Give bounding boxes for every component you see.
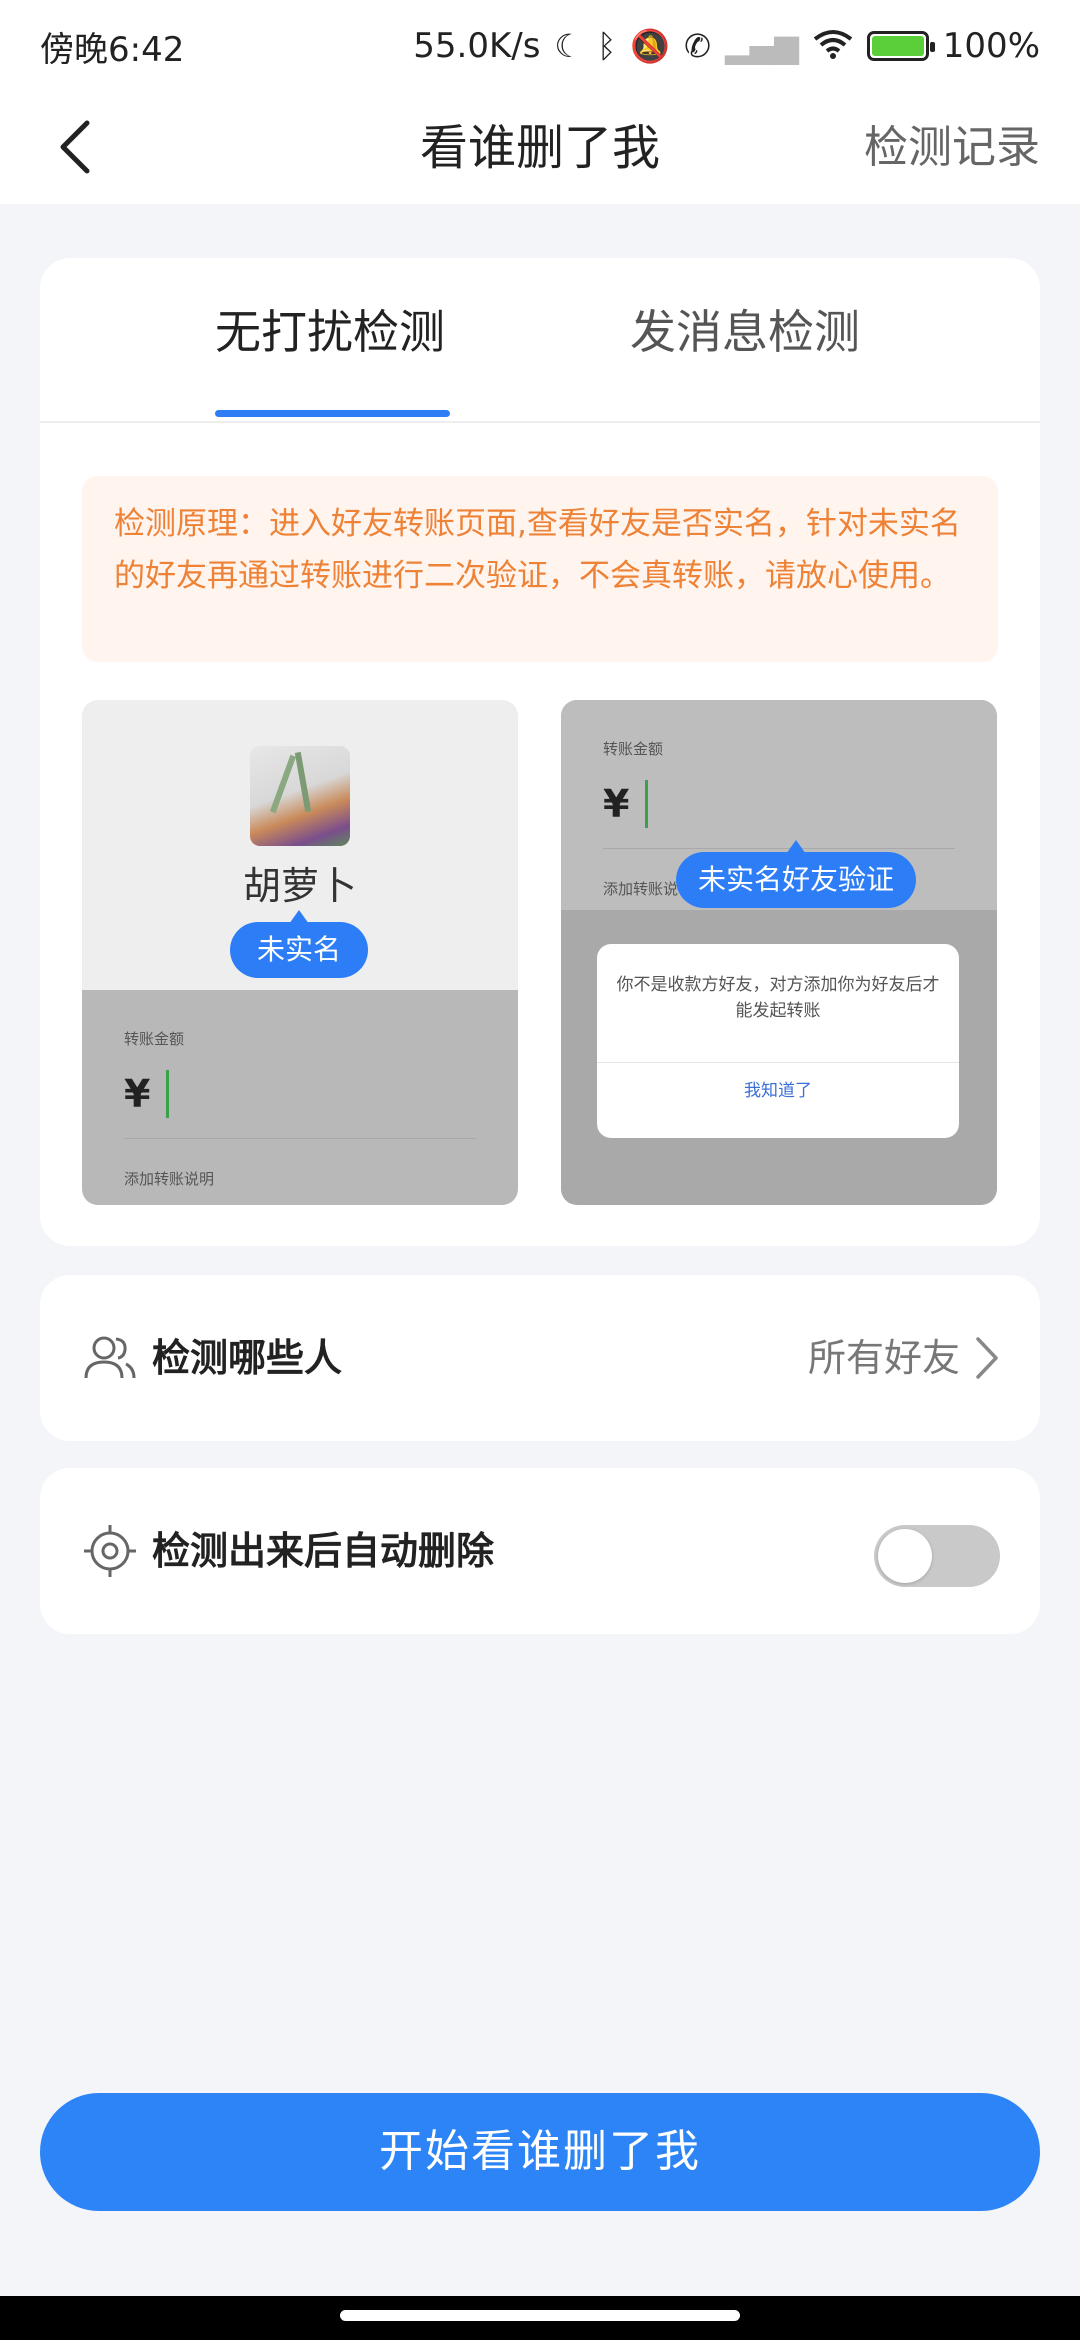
verify-badge: 未实名好友验证	[676, 840, 916, 908]
back-button[interactable]	[40, 112, 110, 182]
divider	[603, 848, 955, 849]
tab-silent-detection[interactable]: 无打扰检测	[180, 258, 480, 421]
input-cursor	[645, 780, 648, 828]
contact-name: 胡萝卜	[242, 864, 357, 908]
mute-icon: 🔕	[630, 27, 671, 65]
input-cursor	[166, 1070, 169, 1118]
battery-icon	[866, 31, 935, 61]
targets-value: 所有好友	[807, 1336, 960, 1380]
tab-indicator	[215, 410, 450, 417]
chevron-right-icon	[976, 1337, 998, 1379]
target-icon	[84, 1525, 136, 1577]
divider	[124, 1138, 476, 1139]
chevron-left-icon	[60, 120, 90, 174]
network-speed: 55.0K/s	[413, 26, 541, 66]
demo-image-verify: 转账金额 ¥ 添加转账说 未实名好友验证 你不是收款方好友，对方添加你为好友后才…	[561, 700, 997, 1205]
bluetooth-icon: ᛒ	[597, 27, 617, 65]
targets-row[interactable]: 检测哪些人 所有好友	[40, 1275, 1040, 1441]
dialog-divider	[597, 1062, 959, 1063]
toggle-knob	[878, 1529, 932, 1583]
note-label: 添加转账说	[603, 880, 679, 898]
targets-label: 检测哪些人	[152, 1336, 343, 1380]
amount-label: 转账金额	[124, 1030, 185, 1048]
principle-notice: 检测原理：进入好友转账页面,查看好友是否实名，针对未实名的好友再通过转账进行二次…	[82, 476, 998, 662]
signal-icon: ▂▄▆	[724, 27, 799, 65]
avatar	[250, 746, 350, 846]
auto-delete-row: 检测出来后自动删除	[40, 1468, 1040, 1634]
call-icon: ✆	[684, 27, 711, 65]
battery-percent: 100%	[942, 26, 1040, 66]
auto-delete-label: 检测出来后自动删除	[152, 1529, 495, 1573]
status-icons: 55.0K/s ☾ ᛒ 🔕 ✆ ▂▄▆ 100%	[413, 26, 1040, 66]
currency-symbol: ¥	[124, 1072, 151, 1116]
users-icon	[84, 1336, 136, 1379]
history-link[interactable]: 检测记录	[864, 92, 1040, 204]
transfer-panel: 转账金额 ¥ 添加转账说明	[82, 990, 518, 1205]
detection-card: 无打扰检测 发消息检测 检测原理：进入好友转账页面,查看好友是否实名，针对未实名…	[40, 258, 1040, 1246]
wifi-icon	[813, 29, 853, 64]
tab-bar: 无打扰检测 发消息检测	[40, 258, 1040, 423]
home-indicator[interactable]	[340, 2310, 740, 2321]
notice-dialog: 你不是收款方好友，对方添加你为好友后才能发起转账 我知道了	[597, 944, 959, 1138]
navigation-bar	[0, 2296, 1080, 2340]
start-detection-button[interactable]: 开始看谁删了我	[40, 2093, 1040, 2211]
note-label: 添加转账说明	[124, 1170, 215, 1188]
dialog-message: 你不是收款方好友，对方添加你为好友后才能发起转账	[616, 975, 940, 1021]
status-time: 傍晚6:42	[40, 29, 185, 70]
amount-label: 转账金额	[603, 740, 664, 758]
demo-image-unverified: 胡萝卜 未实名 转账金额 ¥ 添加转账说明	[82, 700, 518, 1205]
moon-icon: ☾	[554, 27, 584, 65]
status-bar: 傍晚6:42 55.0K/s ☾ ᛒ 🔕 ✆ ▂▄▆ 100%	[0, 0, 1080, 92]
dialog-ok-button: 我知道了	[744, 1081, 812, 1101]
currency-symbol: ¥	[603, 782, 630, 826]
app-bar: 看谁删了我 检测记录	[0, 92, 1080, 204]
auto-delete-toggle[interactable]	[874, 1525, 1000, 1587]
unverified-badge: 未实名	[230, 910, 368, 978]
tab-message-detection[interactable]: 发消息检测	[595, 258, 895, 421]
